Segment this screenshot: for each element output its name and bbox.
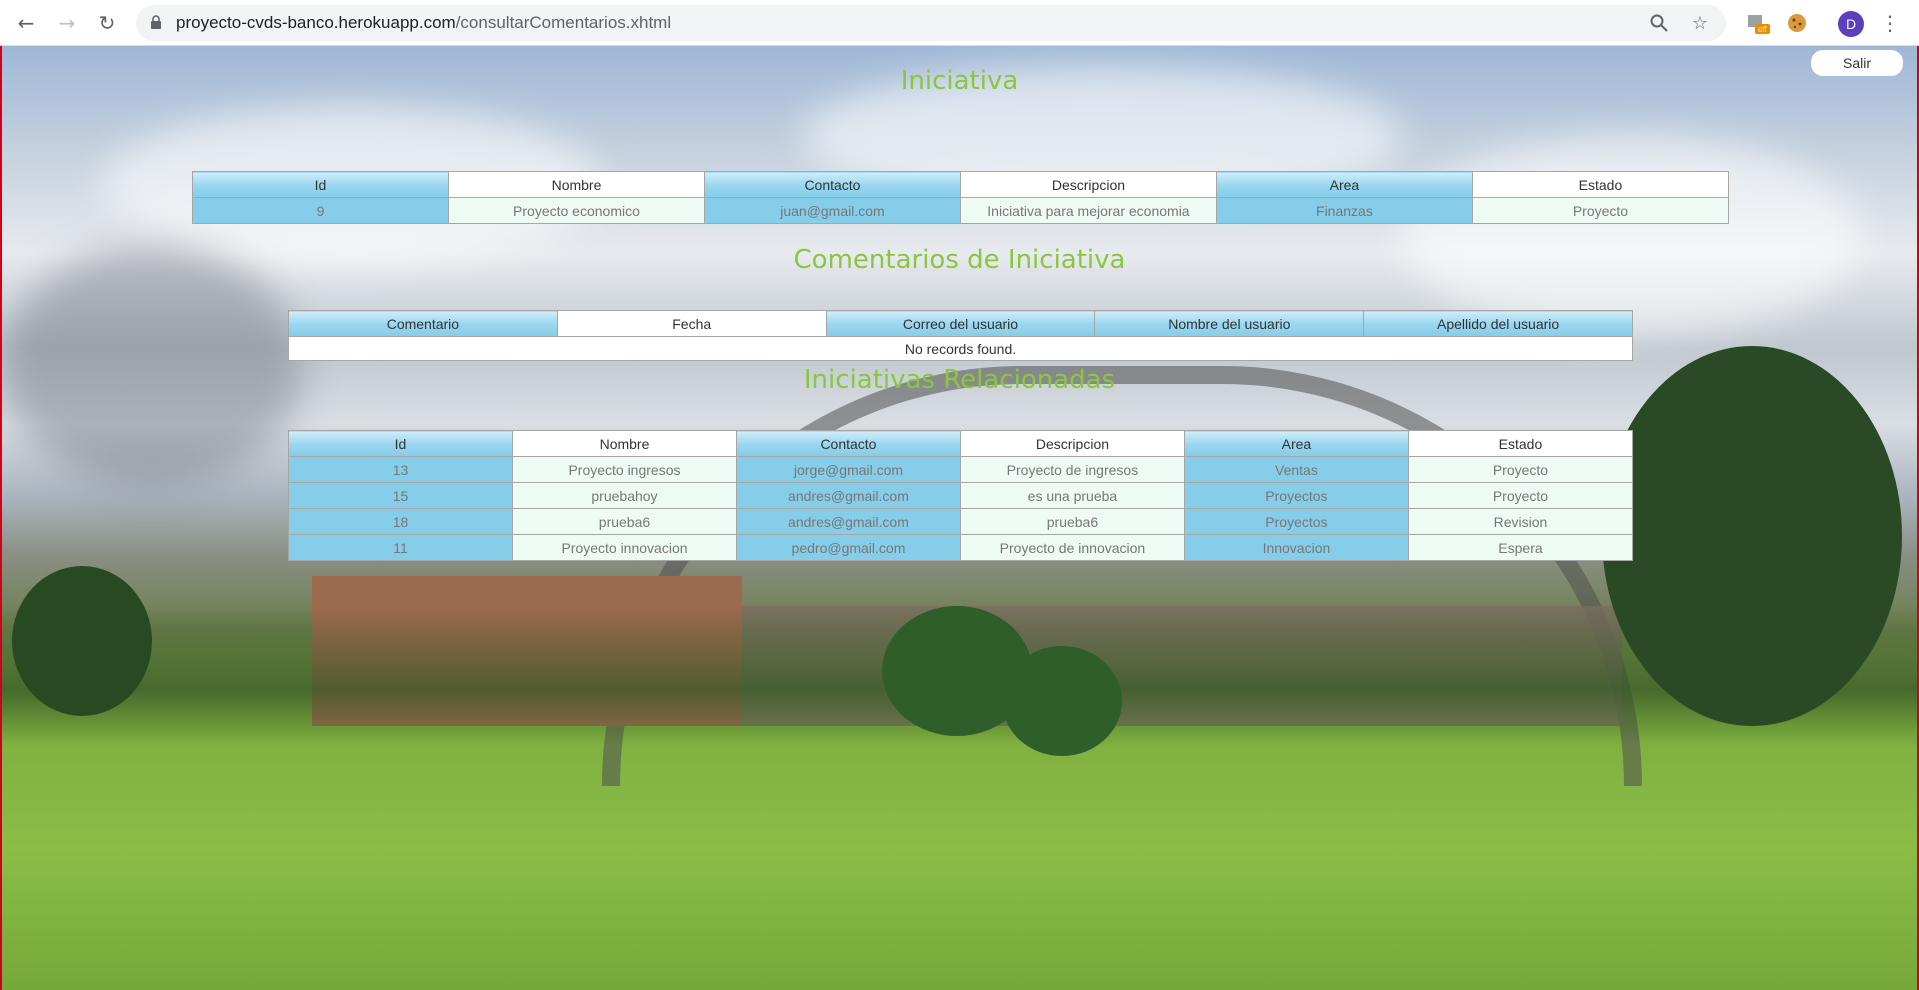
zoom-icon[interactable] — [1648, 12, 1670, 34]
iniciativa-title: Iniciativa — [900, 66, 1019, 96]
background-tree — [1002, 646, 1122, 756]
no-records-message: No records found. — [288, 336, 1633, 361]
url-host: proyecto-cvds-banco.herokuapp.com — [176, 13, 456, 32]
back-icon[interactable]: ← — [12, 9, 40, 37]
address-bar[interactable]: proyecto-cvds-banco.herokuapp.com/consul… — [136, 5, 1726, 41]
column-header-nombre-usuario[interactable]: Nombre del usuario — [1094, 310, 1365, 337]
cell-estado: Proyecto — [1471, 197, 1730, 224]
url-text: proyecto-cvds-banco.herokuapp.com/consul… — [176, 13, 671, 33]
cell-contacto: jorge@gmail.com — [735, 456, 961, 483]
cell-id: 9 — [192, 197, 449, 224]
column-header-contacto[interactable]: Contacto — [703, 171, 961, 198]
cell-descripcion: prueba6 — [959, 508, 1185, 535]
column-header-descripcion[interactable]: Descripcion — [959, 171, 1217, 198]
cell-estado: Revision — [1407, 508, 1634, 535]
cell-id: 18 — [288, 508, 513, 535]
cell-area: Finanzas — [1215, 197, 1473, 224]
table-header-row: Comentario Fecha Correo del usuario Nomb… — [288, 310, 1633, 337]
relacionadas-table: Id Nombre Contacto Descripcion Area Esta… — [288, 430, 1634, 561]
extension-badge: off — [1758, 25, 1767, 34]
cell-descripcion: Proyecto de ingresos — [959, 456, 1185, 483]
cell-contacto: andres@gmail.com — [735, 508, 961, 535]
cell-id: 13 — [288, 456, 513, 483]
lock-icon — [151, 15, 161, 29]
column-header-fecha[interactable]: Fecha — [556, 310, 827, 337]
cookie-icon[interactable] — [1785, 11, 1809, 35]
table-header-row: Id Nombre Contacto Descripcion Area Esta… — [192, 171, 1730, 198]
extension-icon[interactable]: off — [1746, 11, 1770, 35]
url-path: /consultarComentarios.xhtml — [455, 13, 672, 32]
table-row[interactable]: 15 pruebahoy andres@gmail.com es una pru… — [288, 482, 1634, 509]
column-header-estado[interactable]: Estado — [1471, 171, 1730, 198]
table-row[interactable]: 9 Proyecto economico juan@gmail.com Inic… — [192, 197, 1730, 224]
column-header-area[interactable]: Area — [1183, 430, 1409, 457]
cell-nombre: Proyecto economico — [447, 197, 705, 224]
cell-descripcion: Proyecto de innovacion — [959, 534, 1185, 561]
browser-toolbar: ← → ↻ proyecto-cvds-banco.herokuapp.com/… — [0, 0, 1919, 46]
cell-descripcion: Iniciativa para mejorar economia — [959, 197, 1217, 224]
cell-descripcion: es una prueba — [959, 482, 1185, 509]
comentarios-table: Comentario Fecha Correo del usuario Nomb… — [288, 310, 1633, 361]
comentarios-title: Comentarios de Iniciativa — [793, 245, 1126, 275]
column-header-descripcion[interactable]: Descripcion — [959, 430, 1185, 457]
relacionadas-title: Iniciativas Relacionadas — [803, 365, 1116, 395]
cell-nombre: Proyecto innovacion — [511, 534, 737, 561]
cell-nombre: pruebahoy — [511, 482, 737, 509]
column-header-nombre[interactable]: Nombre — [447, 171, 705, 198]
cell-nombre: Proyecto ingresos — [511, 456, 737, 483]
column-header-id[interactable]: Id — [192, 171, 449, 198]
cell-estado: Proyecto — [1407, 482, 1634, 509]
table-row[interactable]: 18 prueba6 andres@gmail.com prueba6 Proy… — [288, 508, 1634, 535]
cell-nombre: prueba6 — [511, 508, 737, 535]
column-header-area[interactable]: Area — [1215, 171, 1473, 198]
forward-icon[interactable]: → — [53, 9, 81, 37]
table-row[interactable]: 13 Proyecto ingresos jorge@gmail.com Pro… — [288, 456, 1634, 483]
cell-area: Proyectos — [1183, 508, 1409, 535]
cell-area: Ventas — [1183, 456, 1409, 483]
table-header-row: Id Nombre Contacto Descripcion Area Esta… — [288, 430, 1634, 457]
cell-estado: Espera — [1407, 534, 1634, 561]
profile-avatar[interactable]: D — [1838, 11, 1864, 37]
cell-id: 11 — [288, 534, 513, 561]
column-header-nombre[interactable]: Nombre — [511, 430, 737, 457]
iniciativa-table: Id Nombre Contacto Descripcion Area Esta… — [192, 171, 1730, 224]
background-tree — [1602, 346, 1902, 726]
column-header-id[interactable]: Id — [288, 430, 513, 457]
background-cloud — [1402, 136, 1862, 336]
cell-estado: Proyecto — [1407, 456, 1634, 483]
column-header-contacto[interactable]: Contacto — [735, 430, 961, 457]
column-header-apellido-usuario[interactable]: Apellido del usuario — [1363, 310, 1633, 337]
cell-area: Proyectos — [1183, 482, 1409, 509]
column-header-correo[interactable]: Correo del usuario — [825, 310, 1096, 337]
table-row[interactable]: 11 Proyecto innovacion pedro@gmail.com P… — [288, 534, 1634, 561]
cell-area: Innovacion — [1183, 534, 1409, 561]
cell-id: 15 — [288, 482, 513, 509]
column-header-comentario[interactable]: Comentario — [288, 310, 558, 337]
cell-contacto: juan@gmail.com — [703, 197, 961, 224]
cell-contacto: andres@gmail.com — [735, 482, 961, 509]
reload-icon[interactable]: ↻ — [93, 9, 121, 37]
avatar-letter: D — [1845, 16, 1857, 32]
background-tree — [12, 566, 152, 716]
bookmark-star-icon[interactable]: ☆ — [1689, 12, 1711, 34]
cell-contacto: pedro@gmail.com — [735, 534, 961, 561]
menu-dots-icon[interactable]: ⋮ — [1880, 10, 1900, 36]
table-row-empty: No records found. — [288, 336, 1633, 361]
column-header-estado[interactable]: Estado — [1407, 430, 1634, 457]
page-content: Salir Iniciativa Id Nombre Contacto Desc… — [0, 46, 1919, 990]
